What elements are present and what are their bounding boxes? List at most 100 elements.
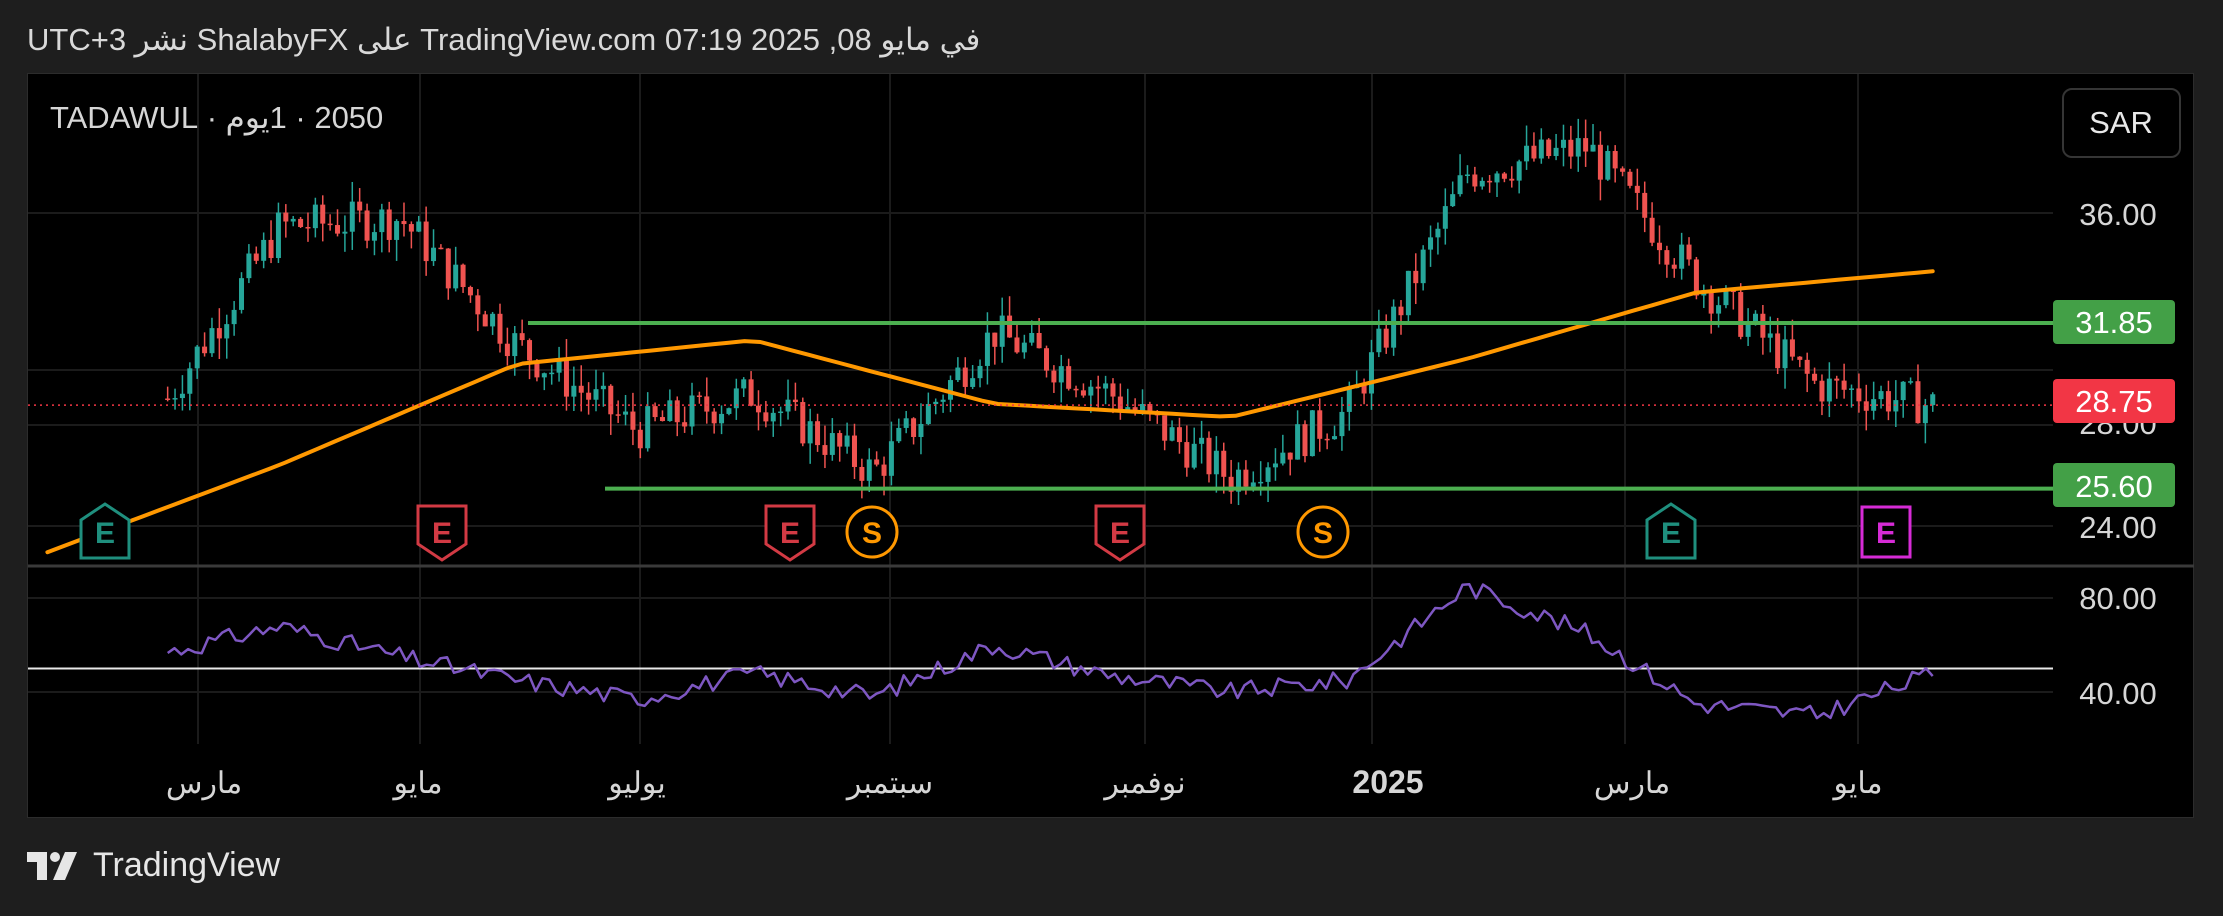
candle-body xyxy=(1716,305,1722,314)
candle-body xyxy=(1590,144,1596,152)
candle-body xyxy=(630,411,636,430)
candle-body xyxy=(1021,342,1027,353)
event-marker-e[interactable]: E xyxy=(1094,504,1146,562)
candle-body xyxy=(1110,383,1116,397)
candle-body xyxy=(992,332,998,347)
candle-body xyxy=(696,395,702,397)
candle-body xyxy=(172,398,178,400)
event-marker-label: E xyxy=(1876,517,1896,550)
x-tick-jul-2024: يوليو xyxy=(606,767,666,801)
candle-body xyxy=(1162,415,1168,441)
x-tick-2025: 2025 xyxy=(1352,764,1423,800)
candle-body xyxy=(231,309,237,325)
candle-body xyxy=(1752,313,1758,322)
candle-body xyxy=(970,378,976,387)
candle-body xyxy=(482,314,488,327)
candle-body xyxy=(1420,249,1426,284)
candle-body xyxy=(1088,386,1094,396)
candlesticks xyxy=(165,118,1936,506)
candle-body xyxy=(1044,348,1050,371)
candle-body xyxy=(1066,366,1072,389)
candle-body xyxy=(755,405,761,413)
currency-button[interactable]: SAR xyxy=(2062,88,2181,158)
tradingview-logo-icon[interactable] xyxy=(27,851,81,880)
event-markers[interactable]: EEESESEE xyxy=(79,502,1912,562)
candle-body xyxy=(726,408,732,414)
candle-body xyxy=(1213,450,1219,475)
candle-body xyxy=(652,406,658,418)
svg-text:31.85: 31.85 xyxy=(2075,305,2153,340)
y-tick-24: 24.00 xyxy=(2079,510,2157,545)
candle-body xyxy=(689,395,695,427)
svg-text:28.75: 28.75 xyxy=(2075,384,2153,419)
candle-body xyxy=(490,313,496,327)
candle-body xyxy=(497,313,503,344)
candle-body xyxy=(453,264,459,289)
price-tag-31-85: 31.85 xyxy=(2053,300,2175,344)
symbol-label[interactable]: 2050 · 1يوم · TADAWUL xyxy=(50,100,383,136)
candle-body xyxy=(667,400,673,422)
candle-body xyxy=(1309,410,1315,457)
candle-body xyxy=(438,247,444,250)
event-marker-s[interactable]: S xyxy=(845,505,899,559)
candle-body xyxy=(1915,381,1921,424)
candle-body xyxy=(918,423,924,437)
candle-body xyxy=(1280,452,1286,464)
candle-body xyxy=(475,295,481,315)
candle-body xyxy=(1391,306,1397,348)
candle-body xyxy=(1760,313,1766,338)
candle-body xyxy=(1073,388,1079,391)
candle-body xyxy=(1930,394,1936,406)
candle-body xyxy=(763,412,769,422)
candle-body xyxy=(527,340,533,361)
svg-text:SAR: SAR xyxy=(2089,105,2153,140)
chart-canvas[interactable]: EEESESEE 36.00 28.00 24.00 31.85 28.75 2… xyxy=(0,0,2223,916)
candle-body xyxy=(1103,383,1109,389)
candle-body xyxy=(1169,427,1175,441)
event-marker-e[interactable]: E xyxy=(79,502,131,560)
candle-body xyxy=(1649,217,1655,243)
candle-body xyxy=(800,402,806,444)
candle-body xyxy=(829,433,835,455)
candle-body xyxy=(1767,333,1773,338)
candle-body xyxy=(1398,306,1404,316)
candle-body xyxy=(1834,378,1840,381)
candle-body xyxy=(1738,292,1744,337)
event-marker-e[interactable]: E xyxy=(764,504,816,562)
candle-body xyxy=(1826,378,1832,402)
candle-body xyxy=(1575,138,1581,157)
candle-body xyxy=(1332,436,1338,440)
candle-body xyxy=(1804,359,1810,374)
candle-body xyxy=(748,379,754,406)
candle-body xyxy=(999,315,1005,347)
rsi-tick-40: 40.00 xyxy=(2079,676,2157,711)
candle-body xyxy=(1029,333,1035,343)
candle-body xyxy=(1656,242,1662,251)
candle-body xyxy=(1597,144,1603,180)
candle-body xyxy=(1479,180,1485,187)
candle-body xyxy=(1428,237,1434,250)
candle-body xyxy=(1686,244,1692,260)
candle-body xyxy=(445,248,451,289)
event-marker-e[interactable]: E xyxy=(1645,502,1697,560)
x-tick-may-2024: مايو xyxy=(391,767,442,801)
candle-body xyxy=(305,227,311,229)
candle-body xyxy=(682,422,688,427)
candle-body xyxy=(349,201,355,232)
footer: TradingView xyxy=(27,846,280,885)
candle-body xyxy=(209,328,215,354)
footer-brand[interactable]: TradingView xyxy=(93,846,280,885)
candle-body xyxy=(202,346,208,354)
candle-body xyxy=(741,379,747,389)
event-marker-s[interactable]: S xyxy=(1296,505,1350,559)
event-marker-label: E xyxy=(780,517,800,550)
candle-body xyxy=(1775,333,1781,369)
candle-body xyxy=(261,239,267,261)
event-marker-e[interactable]: E xyxy=(1860,505,1912,559)
candle-body xyxy=(1908,381,1914,383)
candle-body xyxy=(1612,151,1618,169)
price-tag-28-75: 28.75 xyxy=(2053,379,2175,423)
event-marker-e[interactable]: E xyxy=(416,504,468,562)
candle-body xyxy=(615,414,621,416)
candle-body xyxy=(364,210,370,241)
